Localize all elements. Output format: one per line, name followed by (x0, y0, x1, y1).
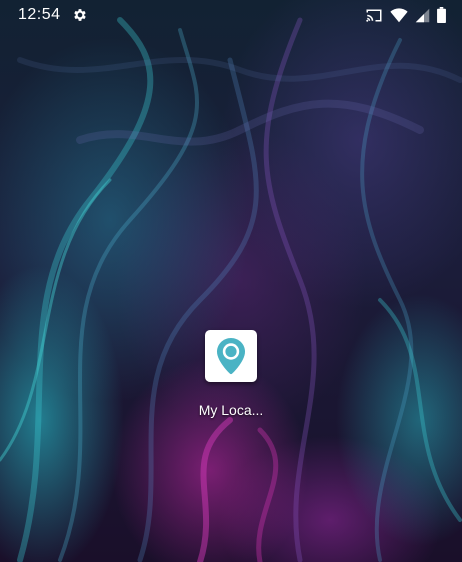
home-screen: 12:54 My Loca... (0, 0, 462, 562)
status-icons (365, 7, 446, 23)
app-icon-tile[interactable] (205, 330, 257, 382)
settings-gear-icon (74, 9, 86, 21)
status-bar: 12:54 (0, 0, 462, 30)
wallpaper (0, 17, 462, 562)
status-time: 12:54 (18, 6, 61, 23)
battery-icon (437, 7, 446, 23)
app-label: My Loca... (198, 402, 264, 418)
cellular-signal-icon (415, 8, 430, 22)
wifi-icon (390, 7, 408, 22)
location-pin-icon (217, 338, 245, 375)
cast-icon (366, 9, 382, 22)
